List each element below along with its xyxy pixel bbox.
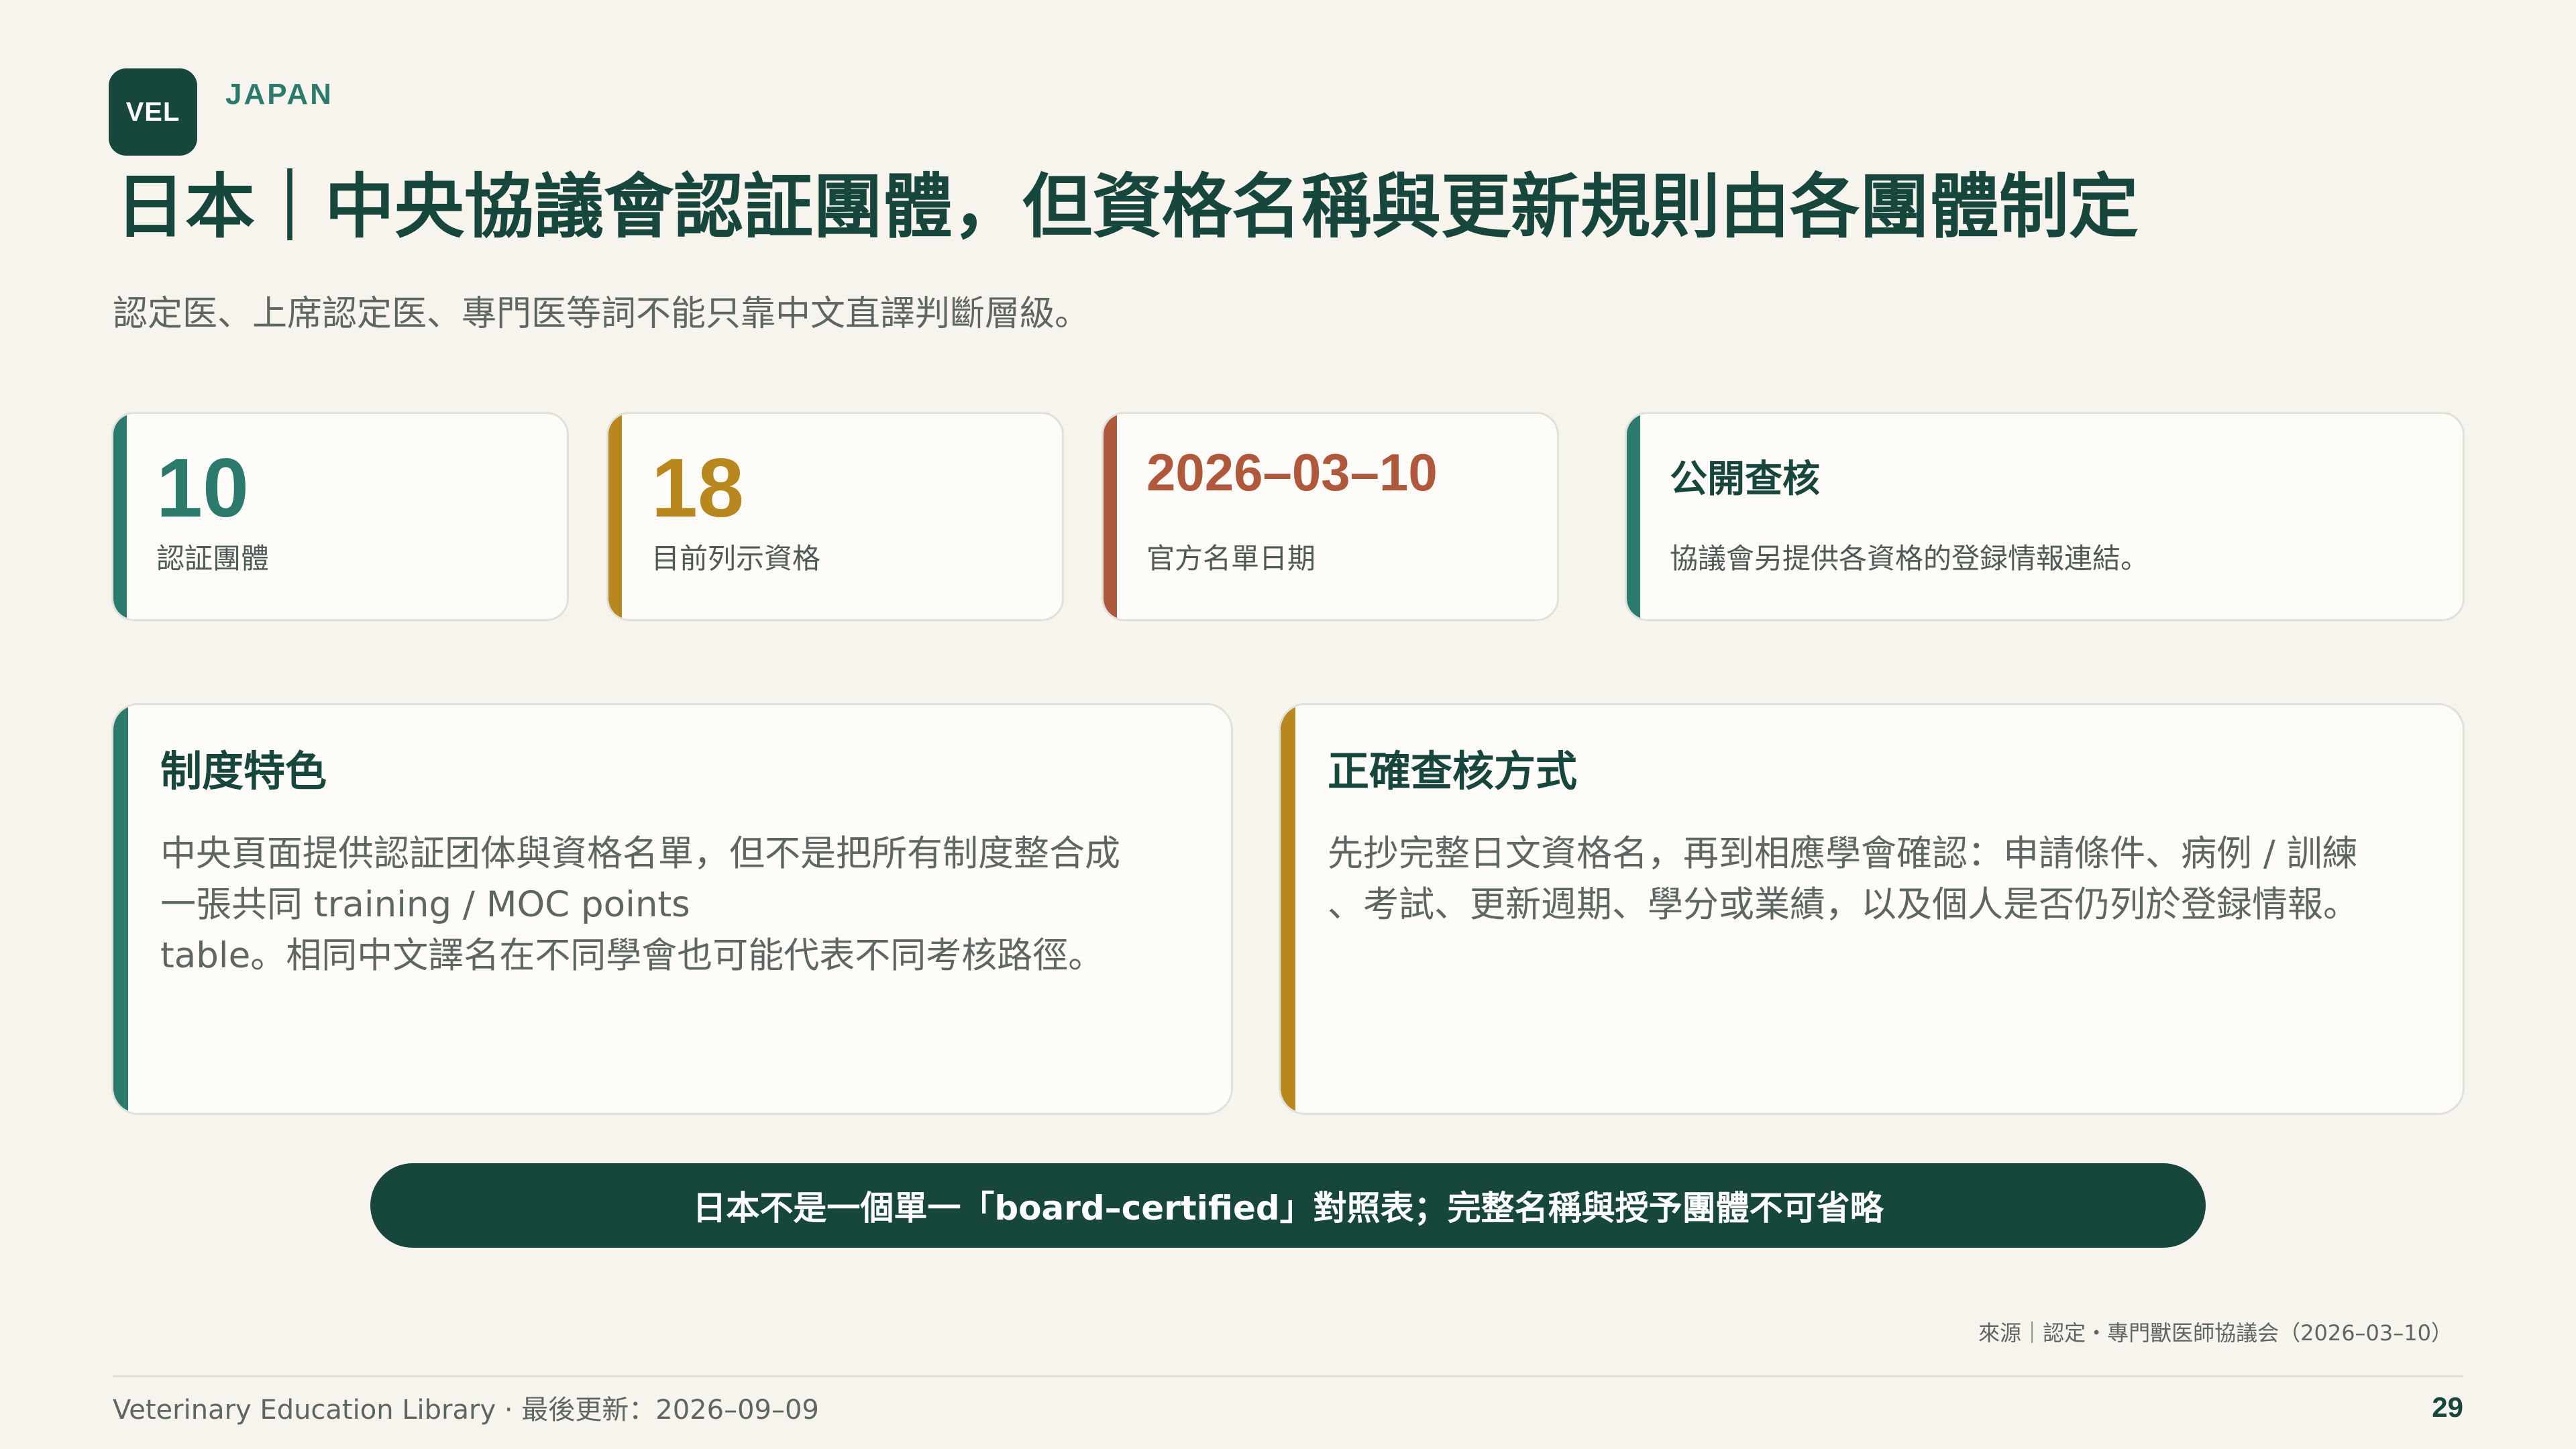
stat-card-bodies: 10 認証團體 — [111, 412, 569, 621]
panel-body: 中央頁面提供認証团体與資格名單，但不是把所有制度整合成 一張共同 trainin… — [160, 828, 1177, 981]
accent-bar — [1104, 414, 1117, 619]
stat-label: 目前列示資格 — [651, 542, 821, 575]
panel-body: 先抄完整日文資格名，再到相應學會確認：申請條件、病例 / 訓練 、考試、更新週期… — [1328, 828, 2409, 930]
logo-badge: VEL — [109, 68, 197, 156]
stat-label: 認証團體 — [156, 542, 270, 575]
panel-line: table。相同中文譯名在不同學會也可能代表不同考核路徑。 — [160, 935, 1104, 976]
stat-card-qualifications: 18 目前列示資格 — [606, 412, 1064, 621]
stat-value: 10 — [156, 442, 249, 535]
panel-heading: 制度特色 — [160, 747, 327, 796]
stat-card-public-check: 公開查核 協議會另提供各資格的登録情報連結。 — [1625, 412, 2465, 621]
panel-line: 中央頁面提供認証团体與資格名單，但不是把所有制度整合成 — [160, 833, 1120, 874]
accent-bar — [113, 414, 127, 619]
stat-label: 官方名單日期 — [1146, 542, 1316, 575]
panel-heading: 正確查核方式 — [1328, 747, 1578, 796]
stat-value: 18 — [651, 442, 744, 535]
stat-card-date: 2026–03–10 官方名單日期 — [1102, 412, 1559, 621]
page-title: 日本｜中央協議會認証團體，但資格名稱與更新規則由各團體制定 — [115, 166, 2139, 248]
accent-bar — [1627, 414, 1640, 619]
panel-line: 、考試、更新週期、學分或業績，以及個人是否仍列於登録情報。 — [1328, 884, 2359, 925]
footer-library: Veterinary Education Library · 最後更新：2026… — [113, 1395, 819, 1426]
source-citation: 來源｜認定・專門獸医師協議会（2026–03–10） — [1978, 1320, 2453, 1346]
stat-value: 公開查核 — [1670, 458, 1820, 501]
accent-bar — [608, 414, 622, 619]
logo-text: VEL — [125, 97, 180, 127]
key-takeaway-banner: 日本不是一個單一「board–certified」對照表；完整名稱與授予團體不可… — [370, 1163, 2206, 1248]
accent-bar — [113, 705, 128, 1113]
page-subtitle: 認定医、上席認定医、專門医等詞不能只靠中文直譯判斷層級。 — [113, 294, 1090, 334]
stat-label: 協議會另提供各資格的登録情報連結。 — [1670, 542, 2149, 575]
banner-text: 日本不是一個單一「board–certified」對照表；完整名稱與授予團體不可… — [692, 1189, 1884, 1228]
page-number: 29 — [2432, 1391, 2463, 1423]
stat-value: 2026–03–10 — [1146, 443, 1438, 502]
region-label: JAPAN — [225, 78, 333, 111]
footer-divider — [113, 1375, 2463, 1377]
panel-system-features: 制度特色 中央頁面提供認証团体與資格名單，但不是把所有制度整合成 一張共同 tr… — [111, 703, 1233, 1115]
panel-line: 先抄完整日文資格名，再到相應學會確認：申請條件、病例 / 訓練 — [1328, 833, 2358, 874]
panel-verification-method: 正確查核方式 先抄完整日文資格名，再到相應學會確認：申請條件、病例 / 訓練 、… — [1279, 703, 2465, 1115]
panel-line: 一張共同 training / MOC points — [160, 884, 690, 925]
accent-bar — [1281, 705, 1295, 1113]
